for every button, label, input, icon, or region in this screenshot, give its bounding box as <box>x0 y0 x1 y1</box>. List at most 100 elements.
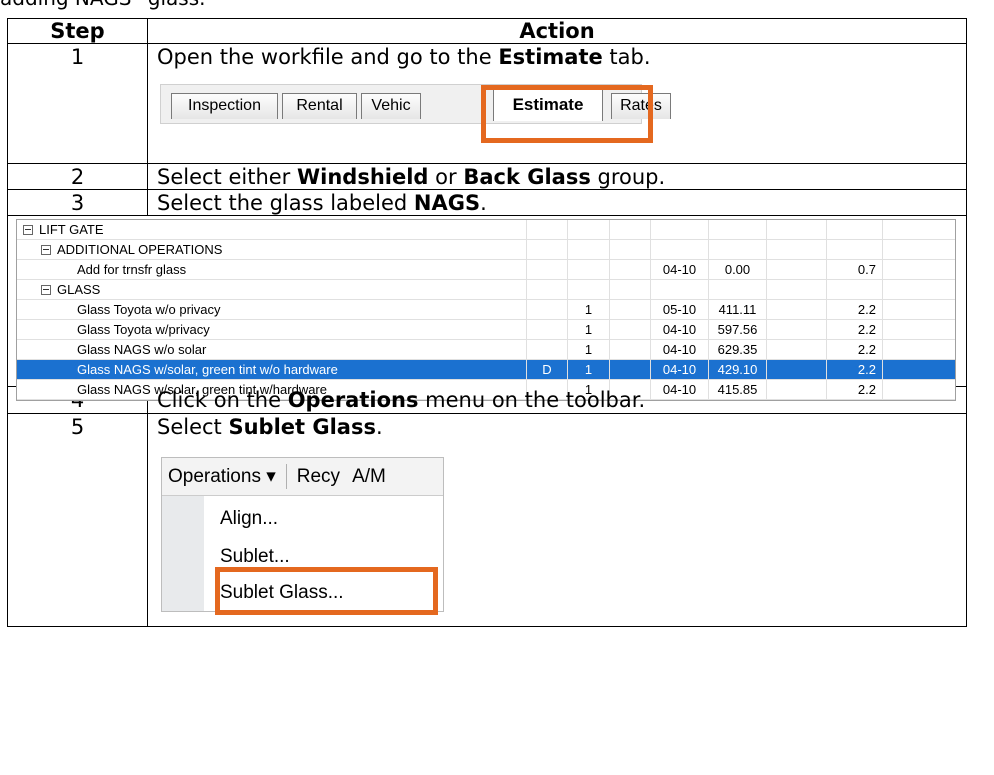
am-button[interactable]: A/M <box>346 458 392 495</box>
row-empty <box>767 280 827 299</box>
row-date: 04-10 <box>651 340 709 359</box>
row-hours: 2.2 <box>827 320 883 339</box>
row-empty <box>883 220 955 239</box>
table-row[interactable]: LIFT GATE <box>17 220 955 240</box>
row-qty: 1 <box>568 300 610 319</box>
table-row[interactable]: GLASS <box>17 280 955 300</box>
step-row-3: 3 Select the glass labeled NAGS. <box>7 189 967 215</box>
row-qty: 1 <box>568 360 610 379</box>
tab-rental[interactable]: Rental <box>282 93 357 119</box>
row-price <box>709 280 767 299</box>
row-description: GLASS <box>17 280 527 299</box>
operations-menu: Operations ▾ Recy A/M Align... Sublet...… <box>161 457 444 615</box>
row-empty <box>767 360 827 379</box>
step-action: Click on the Operations menu on the tool… <box>157 388 646 412</box>
menu-item-sublet[interactable]: Sublet... <box>220 546 290 568</box>
action-header: Action <box>519 19 595 43</box>
row-hours <box>827 240 883 259</box>
operations-menu-button[interactable]: Operations ▾ <box>162 458 282 495</box>
tab-inspection[interactable]: Inspection <box>171 93 278 119</box>
tab-vehicle[interactable]: Vehic <box>361 93 421 119</box>
row-description: Glass Toyota w/privacy <box>17 320 527 339</box>
row-description: Glass NAGS w/solar, green tint w/o hardw… <box>17 360 527 379</box>
row-empty <box>610 260 651 279</box>
row-label: Glass NAGS w/solar, green tint w/o hardw… <box>77 362 338 377</box>
row-empty <box>767 260 827 279</box>
collapse-icon[interactable] <box>41 245 51 255</box>
row-flag <box>527 260 568 279</box>
row-flag <box>527 280 568 299</box>
row-hours: 0.7 <box>827 260 883 279</box>
row-label: LIFT GATE <box>39 222 104 237</box>
table-row[interactable]: ADDITIONAL OPERATIONS <box>17 240 955 260</box>
step-action: Select either Windshield or Back Glass g… <box>157 165 666 189</box>
row-flag <box>527 340 568 359</box>
row-description: ADDITIONAL OPERATIONS <box>17 240 527 259</box>
row-price <box>709 240 767 259</box>
table-row[interactable]: Glass Toyota w/privacy 1 04-10 597.56 2.2 <box>17 320 955 340</box>
menu-icon-strip <box>162 496 204 611</box>
row-empty <box>610 300 651 319</box>
row-label: Glass NAGS w/o solar <box>77 342 207 357</box>
row-empty <box>767 340 827 359</box>
recy-button[interactable]: Recy <box>291 458 346 495</box>
row-price: 411.11 <box>709 300 767 319</box>
menu-item-align[interactable]: Align... <box>220 508 278 530</box>
table-row[interactable]: Add for trnsfr glass 04-10 0.00 0.7 <box>17 260 955 280</box>
row-hours: 2.2 <box>827 360 883 379</box>
collapse-icon[interactable] <box>23 225 33 235</box>
toolbar-separator <box>285 464 287 489</box>
table-row[interactable]: Glass NAGS w/solar, green tint w/o hardw… <box>17 360 955 380</box>
row-qty: 1 <box>568 320 610 339</box>
row-hours <box>827 280 883 299</box>
row-empty <box>610 320 651 339</box>
row-qty: 1 <box>568 340 610 359</box>
row-empty <box>610 240 651 259</box>
row-qty <box>568 260 610 279</box>
sublet-glass-callout <box>215 567 438 615</box>
step-row-5: 5 Select Sublet Glass. Operations ▾ Recy… <box>7 413 967 627</box>
estimate-grid-row: LIFT GATE ADDITIONAL OPERATIONS Add for tr… <box>7 215 967 401</box>
row-qty <box>568 240 610 259</box>
row-empty <box>767 240 827 259</box>
toolbar: Operations ▾ Recy A/M <box>162 458 443 496</box>
table-row[interactable]: Glass Toyota w/o privacy 1 05-10 411.11 2.2 <box>17 300 955 320</box>
page-caption: adding NAGS* glass. <box>0 0 205 10</box>
row-date: 04-10 <box>651 360 709 379</box>
row-empty <box>610 220 651 239</box>
row-price <box>709 220 767 239</box>
row-empty <box>767 300 827 319</box>
row-qty <box>568 280 610 299</box>
workfile-tab-strip: Inspection Rental Vehic Estimate Rates <box>160 84 671 143</box>
row-date <box>651 220 709 239</box>
row-date <box>651 280 709 299</box>
row-description: Glass NAGS w/o solar <box>17 340 527 359</box>
row-flag <box>527 240 568 259</box>
step-number: 3 <box>8 190 148 215</box>
row-empty <box>883 300 955 319</box>
row-empty <box>610 280 651 299</box>
row-label: Glass Toyota w/o privacy <box>77 302 221 317</box>
row-empty <box>883 280 955 299</box>
step-row-2: 2 Select either Windshield or Back Glass… <box>7 163 967 189</box>
table-row[interactable]: Glass NAGS w/o solar 1 04-10 629.35 2.2 <box>17 340 955 360</box>
row-empty <box>767 220 827 239</box>
row-empty <box>883 260 955 279</box>
row-empty <box>883 340 955 359</box>
row-date: 05-10 <box>651 300 709 319</box>
step-action: Select the glass labeled NAGS. <box>157 191 487 215</box>
step-row-4: 4 Click on the Operations menu on the to… <box>7 386 967 413</box>
row-date: 04-10 <box>651 320 709 339</box>
row-description: Glass Toyota w/o privacy <box>17 300 527 319</box>
step-row-1: 1 Open the workfile and go to the Estima… <box>7 43 967 163</box>
row-label: GLASS <box>57 282 101 297</box>
step-number: 5 <box>8 414 148 626</box>
row-flag <box>527 320 568 339</box>
instruction-table: Step Action 1 Open the workfile and go t… <box>7 18 967 627</box>
row-price: 0.00 <box>709 260 767 279</box>
row-label: Add for trnsfr glass <box>77 262 187 277</box>
step-number: 2 <box>8 164 148 189</box>
collapse-icon[interactable] <box>41 285 51 295</box>
row-flag: D <box>527 360 568 379</box>
step-number: 1 <box>8 44 148 163</box>
